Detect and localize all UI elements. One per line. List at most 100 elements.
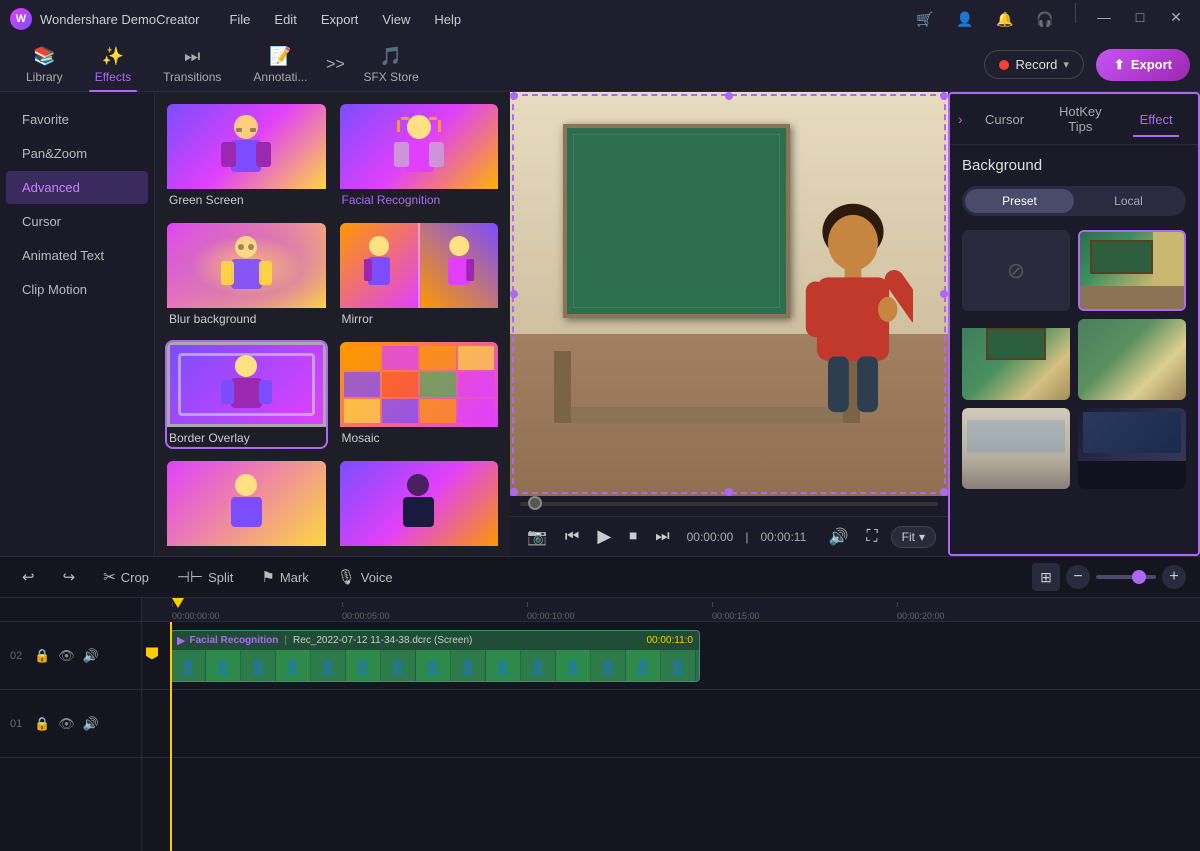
clip-thumbnails: 👤 👤 👤 👤 👤 👤 👤 👤 👤 👤 👤 👤 xyxy=(171,650,699,682)
clip-start-marker xyxy=(146,647,158,659)
progress-bar[interactable] xyxy=(520,502,938,506)
bg-office1[interactable] xyxy=(962,408,1070,489)
sidebar-item-advanced[interactable]: Advanced xyxy=(6,171,148,204)
timeline-toolbar: ↩ ↪ ✂ Crop ⊣⊢ Split ⚑ Mark 🎙 Voice ⊞ − xyxy=(0,557,1200,598)
tab-sfx[interactable]: 🎵 SFX Store xyxy=(347,40,434,90)
menu-edit[interactable]: Edit xyxy=(264,8,306,31)
bg-classroom3[interactable] xyxy=(1078,319,1186,400)
tab-cursor[interactable]: Cursor xyxy=(967,102,1043,137)
main-area: Favorite Pan&Zoom Advanced Cursor Animat… xyxy=(0,92,1200,556)
crop-icon: ✂ xyxy=(103,568,116,586)
thumb-3: 👤 xyxy=(241,650,276,682)
backgrounds-grid: ⊘ xyxy=(962,230,1186,489)
split-icon: ⊣⊢ xyxy=(177,568,203,586)
menu-help[interactable]: Help xyxy=(424,8,471,31)
preset-button[interactable]: Preset xyxy=(965,189,1074,213)
fullscreen-button[interactable]: ⛶ xyxy=(861,525,882,549)
record-button[interactable]: Record ▾ xyxy=(984,50,1083,79)
extra2-preview xyxy=(340,461,499,546)
voice-button[interactable]: 🎙 Voice xyxy=(329,564,401,590)
tab-library[interactable]: 📚 Library xyxy=(10,40,79,90)
eye-icon-01[interactable]: 👁 xyxy=(58,716,75,732)
rewind-button[interactable]: ⏮ xyxy=(560,525,584,549)
audio-icon-01[interactable]: 🔊 xyxy=(83,716,99,732)
timeline-tracks: ▶ Facial Recognition | Rec_2022-07-12 11… xyxy=(142,622,1200,851)
maximize-button[interactable]: □ xyxy=(1126,3,1154,31)
stop-button[interactable]: ⏹ xyxy=(624,525,642,549)
lock-icon[interactable]: 🔒 xyxy=(34,648,50,664)
mark-icon: ⚑ xyxy=(261,568,274,586)
menu-file[interactable]: File xyxy=(219,8,260,31)
effect-card-extra1[interactable] xyxy=(165,459,328,554)
minimize-button[interactable]: — xyxy=(1090,3,1118,31)
voice-icon: 🎙 xyxy=(337,568,356,586)
volume-button[interactable]: 🔊 xyxy=(824,524,854,550)
effect-card-border-overlay[interactable]: Border Overlay xyxy=(165,340,328,449)
zoom-in-button[interactable]: + xyxy=(1162,565,1186,589)
sidebar-item-animated-text[interactable]: Animated Text xyxy=(6,239,148,272)
mirror-preview xyxy=(340,223,499,308)
tab-hotkey-tips[interactable]: HotKey Tips xyxy=(1042,94,1118,144)
clip-block-02[interactable]: ▶ Facial Recognition | Rec_2022-07-12 11… xyxy=(170,630,700,682)
forward-button[interactable]: ⏭ xyxy=(650,525,674,549)
zoom-slider[interactable] xyxy=(1096,575,1156,579)
play-button[interactable]: ▶ xyxy=(592,523,616,550)
bg-none[interactable]: ⊘ xyxy=(962,230,1070,311)
undo-button[interactable]: ↩ xyxy=(14,564,43,590)
right-panel: › Cursor HotKey Tips Effect Background P… xyxy=(948,92,1200,556)
clip-header: ▶ Facial Recognition | Rec_2022-07-12 11… xyxy=(171,631,699,650)
audio-icon[interactable]: 🔊 xyxy=(83,648,99,664)
lock-icon-01[interactable]: 🔒 xyxy=(34,716,50,732)
sidebar-item-favorite[interactable]: Favorite xyxy=(6,103,148,136)
screenshot-button[interactable]: 📷 xyxy=(522,524,552,550)
progress-thumb[interactable] xyxy=(528,496,542,510)
tab-arrow-icon[interactable]: › xyxy=(954,103,967,135)
title-bar-icons: 🛒 👤 🔔 🎧 — □ ✕ xyxy=(909,3,1190,35)
tab-transitions[interactable]: ⏭ Transitions xyxy=(147,40,237,90)
menu-export[interactable]: Export xyxy=(311,8,369,31)
thumb-8: 👤 xyxy=(416,650,451,682)
crop-button[interactable]: ✂ Crop xyxy=(95,564,157,590)
playhead-triangle xyxy=(172,598,184,608)
bg-classroom2[interactable] xyxy=(962,319,1070,400)
effect-card-facial-recognition[interactable]: Facial Recognition xyxy=(338,102,501,211)
toolbar-more-button[interactable]: >> xyxy=(323,53,347,77)
effect-card-mirror[interactable]: Mirror xyxy=(338,221,501,330)
bg-classroom1[interactable] xyxy=(1078,230,1186,311)
thumb-11: 👤 xyxy=(521,650,556,682)
notification-icon[interactable]: 🔔 xyxy=(989,3,1021,35)
split-button[interactable]: ⊣⊢ Split xyxy=(169,564,241,590)
mosaic-label: Mosaic xyxy=(340,427,499,447)
effect-card-green-screen[interactable]: Green Screen xyxy=(165,102,328,211)
ruler-mark-10: 00:00:10:00 xyxy=(527,611,575,621)
close-button[interactable]: ✕ xyxy=(1162,3,1190,31)
sidebar-item-clip-motion[interactable]: Clip Motion xyxy=(6,273,148,306)
eye-icon[interactable]: 👁 xyxy=(58,648,75,664)
effect-card-mosaic[interactable]: Mosaic xyxy=(338,340,501,449)
menu-view[interactable]: View xyxy=(372,8,420,31)
fit-timeline-button[interactable]: ⊞ xyxy=(1032,563,1060,591)
sidebar-item-panzoom[interactable]: Pan&Zoom xyxy=(6,137,148,170)
bg-office2[interactable] xyxy=(1078,408,1186,489)
ruler-mark-0: 00:00:00:00 xyxy=(172,611,220,621)
effect-card-blur-bg[interactable]: Blur background xyxy=(165,221,328,330)
cart-icon[interactable]: 🛒 xyxy=(909,3,941,35)
tab-effects[interactable]: ✨ Effects xyxy=(79,40,147,90)
clip-type-icon: ▶ xyxy=(177,634,185,647)
thumb-4: 👤 xyxy=(276,650,311,682)
effect-card-extra2[interactable] xyxy=(338,459,501,554)
headset-icon[interactable]: 🎧 xyxy=(1029,3,1061,35)
export-button[interactable]: ⬆ Export xyxy=(1096,49,1190,81)
mark-button[interactable]: ⚑ Mark xyxy=(253,564,316,590)
user-icon[interactable]: 👤 xyxy=(949,3,981,35)
tab-effect[interactable]: Effect xyxy=(1118,102,1194,137)
redo-button[interactable]: ↪ xyxy=(55,564,84,590)
zoom-out-button[interactable]: − xyxy=(1066,565,1090,589)
local-button[interactable]: Local xyxy=(1074,189,1183,213)
fit-dropdown[interactable]: Fit ▾ xyxy=(891,526,936,548)
extra1-preview xyxy=(167,461,326,546)
tab-annotations[interactable]: 📝 Annotati... xyxy=(237,40,323,90)
clip-name: Facial Recognition xyxy=(189,635,278,646)
annotations-icon: 📝 xyxy=(269,46,291,67)
sidebar-item-cursor[interactable]: Cursor xyxy=(6,205,148,238)
